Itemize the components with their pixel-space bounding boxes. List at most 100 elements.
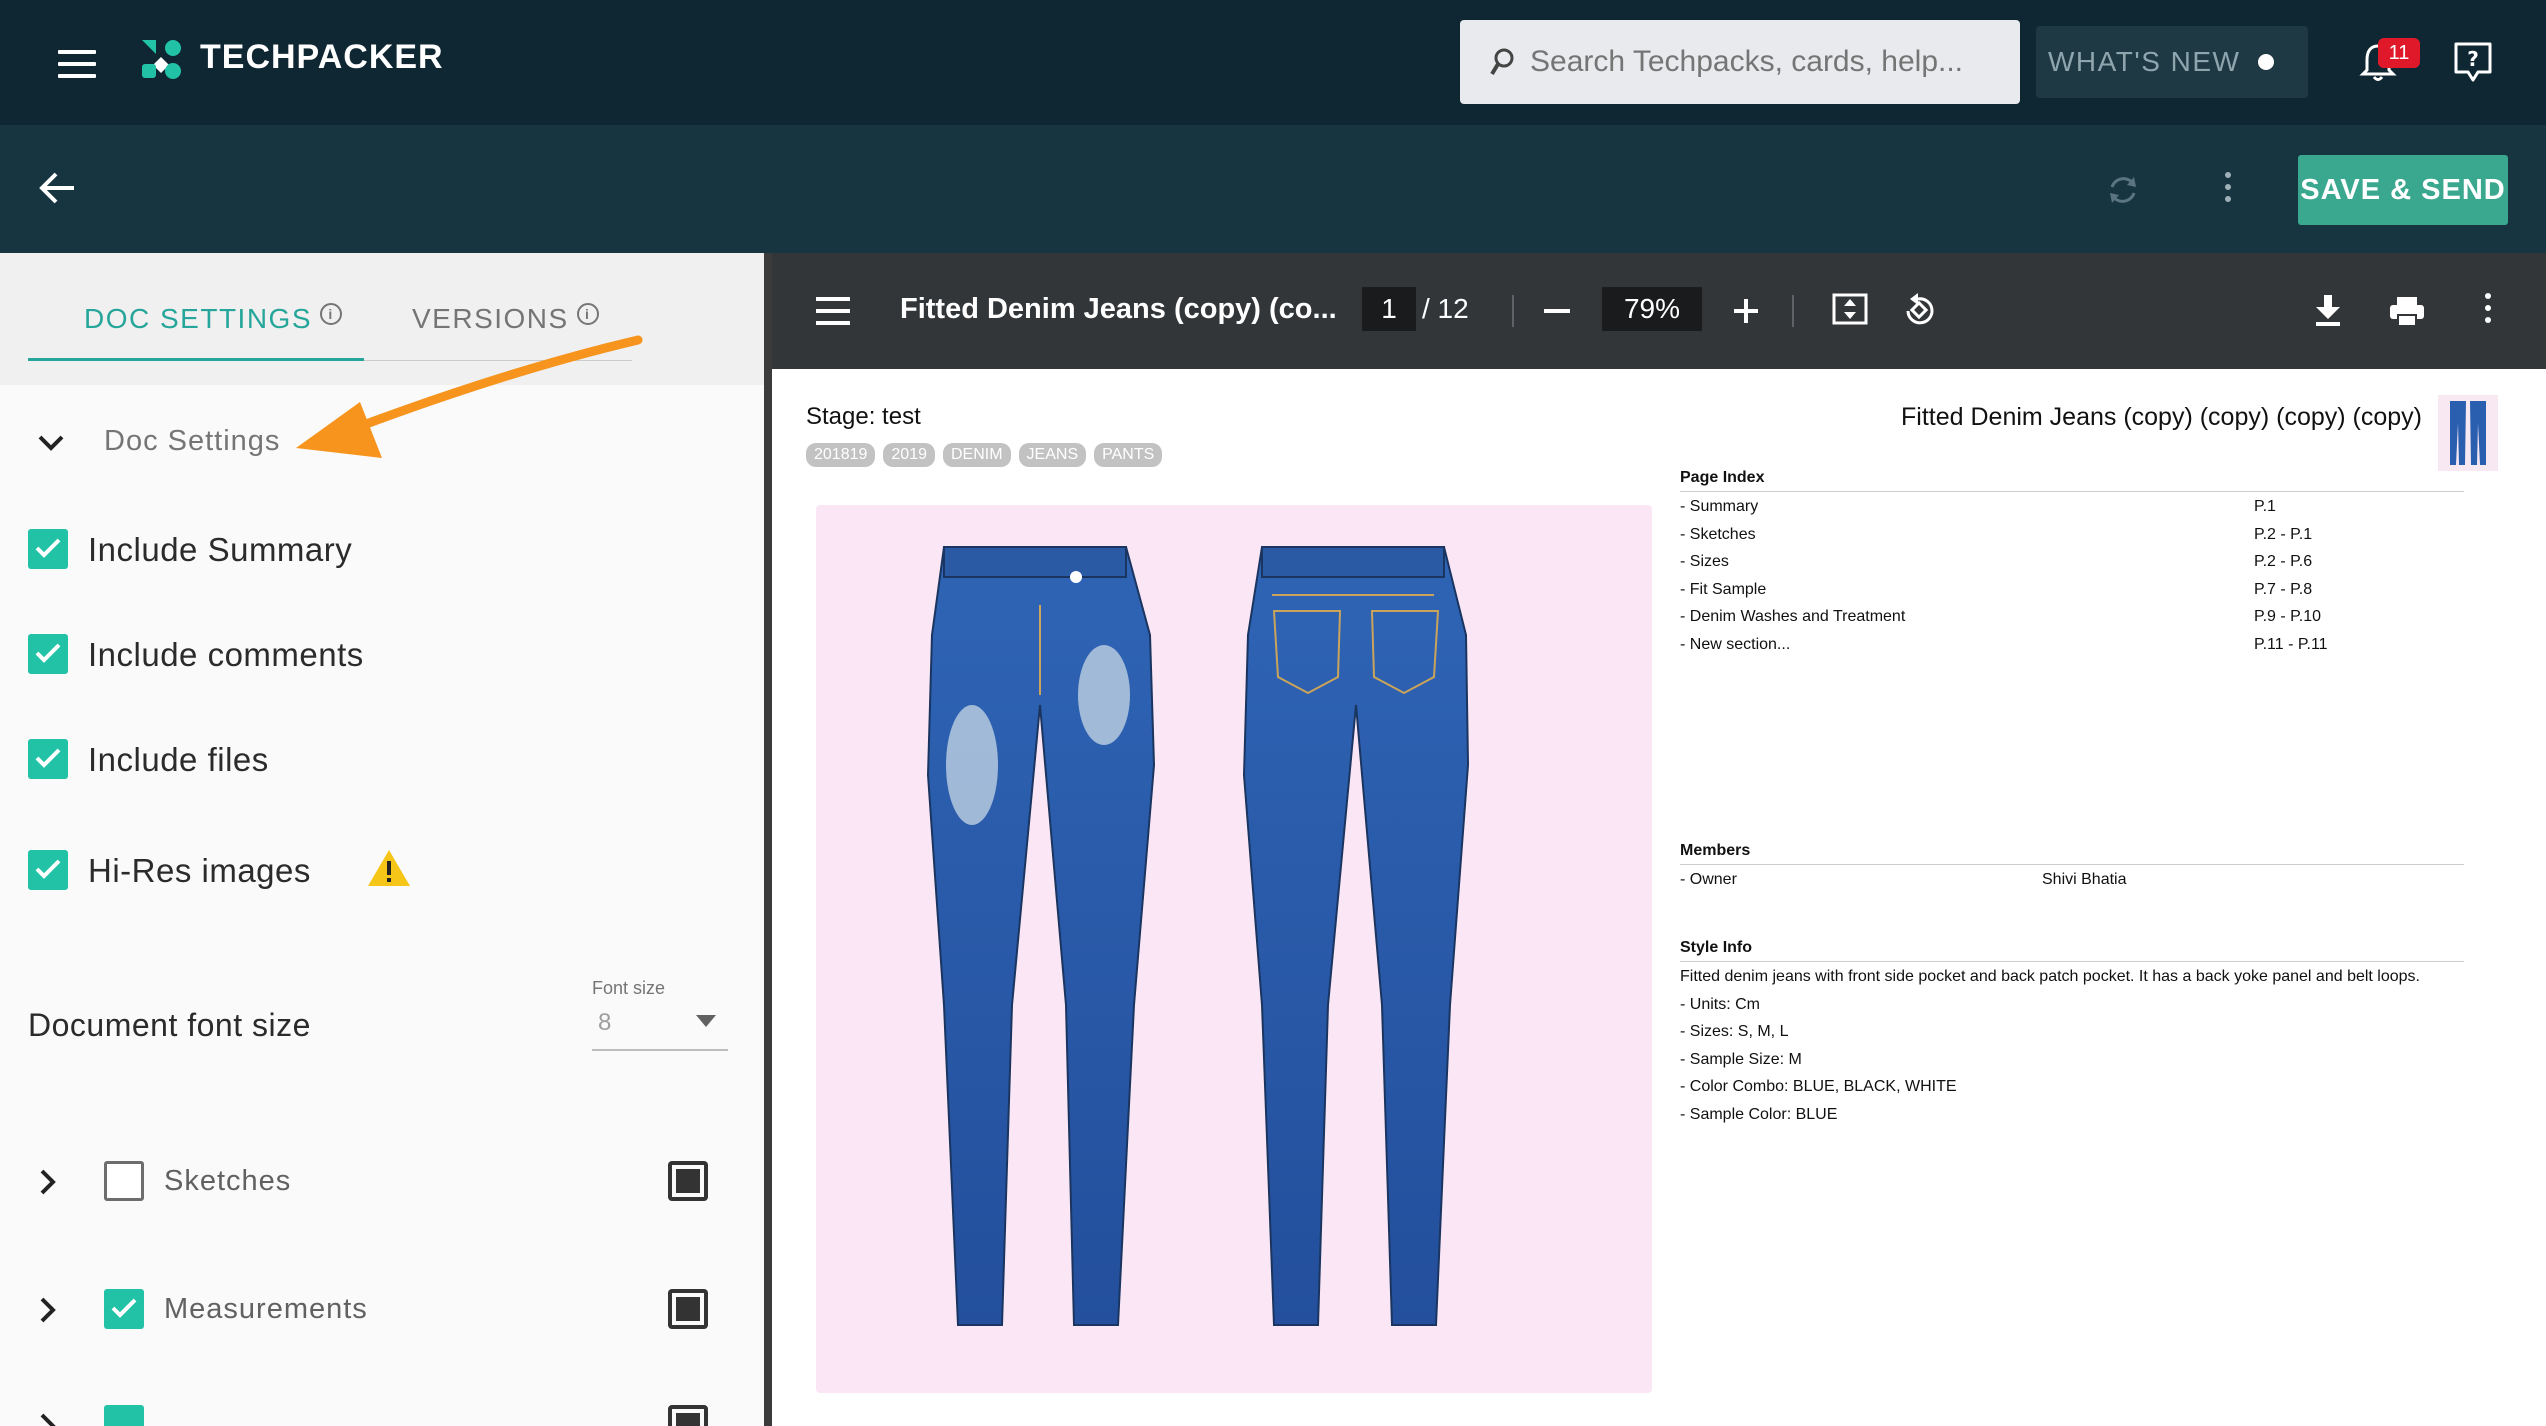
- style-info-line: - Color Combo: BLUE, BLACK, WHITE: [1680, 1078, 1957, 1095]
- zoom-level-input[interactable]: [1602, 287, 1702, 331]
- checkbox-checked[interactable]: [28, 529, 68, 569]
- svg-text:?: ?: [2467, 47, 2479, 71]
- search-icon: [1490, 48, 1514, 76]
- tag: 2019: [883, 443, 935, 467]
- help-chat-icon[interactable]: ?: [2452, 40, 2494, 84]
- more-options-icon[interactable]: [2218, 172, 2238, 208]
- sync-icon[interactable]: [2106, 173, 2140, 207]
- font-size-select[interactable]: 8: [592, 1003, 728, 1051]
- search-box[interactable]: [1460, 20, 2020, 104]
- index-page-range: P.1: [2254, 498, 2276, 515]
- zoom-in-icon[interactable]: [1732, 297, 1760, 325]
- editor-toolbar: [0, 125, 2546, 253]
- page-index-row: - Sketches P.2 - P.1: [1680, 526, 2464, 554]
- chevron-down-icon: [38, 435, 64, 451]
- index-section-name: - New section...: [1680, 635, 1791, 653]
- annotation-arrow: [296, 335, 643, 458]
- section-title: Doc Settings: [104, 425, 281, 457]
- index-section-name: - Sketches: [1680, 525, 1756, 543]
- whats-new-button[interactable]: WHAT'S NEW: [2036, 26, 2308, 98]
- warning-icon[interactable]: [366, 848, 412, 888]
- print-icon[interactable]: [2388, 295, 2426, 327]
- style-info-section: Style Info Fitted denim jeans with front…: [1680, 939, 2464, 1133]
- jeans-sketch-image: [926, 546, 1470, 1326]
- page-index-row: - Fit Sample P.7 - P.8: [1680, 581, 2464, 609]
- index-page-range: P.2 - P.6: [2254, 553, 2313, 570]
- option-label: Include Summary: [88, 531, 353, 568]
- checkbox-unchecked[interactable]: [104, 1161, 144, 1201]
- rotate-icon[interactable]: [1900, 291, 1938, 329]
- toolbar-separator: [1792, 295, 1794, 327]
- style-info-line: - Sample Size: M: [1680, 1050, 1802, 1068]
- checkbox-checked[interactable]: [104, 1405, 144, 1426]
- style-info-line: - Sample Color: BLUE: [1680, 1105, 1838, 1123]
- jeans-thumbnail: [2438, 395, 2498, 471]
- style-info-line: Fitted denim jeans with front side pocke…: [1680, 968, 2420, 985]
- page-index-row: - Sizes P.2 - P.6: [1680, 553, 2464, 581]
- tag: 201819: [806, 443, 876, 467]
- whats-new-dot: [2258, 54, 2274, 70]
- checkbox-checked[interactable]: [104, 1289, 144, 1329]
- notification-badge: 11: [2378, 38, 2420, 68]
- search-input[interactable]: [1530, 42, 2000, 82]
- split-layout-icon[interactable]: [668, 1289, 708, 1329]
- sketch-image: [816, 505, 1652, 1393]
- whats-new-label: WHAT'S NEW: [2048, 46, 2241, 77]
- chevron-right-icon[interactable]: [38, 1411, 58, 1426]
- info-icon[interactable]: i: [320, 303, 343, 325]
- checkbox-checked[interactable]: [28, 850, 68, 890]
- style-info-heading: Style Info: [1680, 939, 2464, 962]
- page-index-heading: Page Index: [1680, 469, 2464, 492]
- checkbox-checked[interactable]: [28, 634, 68, 674]
- tag: PANTS: [1094, 443, 1163, 467]
- index-page-range: P.9 - P.10: [2254, 608, 2322, 625]
- index-page-range: P.2 - P.1: [2254, 525, 2313, 543]
- member-name: Shivi Bhatia: [2042, 871, 2127, 888]
- hamburger-menu-icon[interactable]: [58, 44, 102, 80]
- tab-doc-settings-label: DOC SETTINGS: [84, 303, 313, 334]
- index-section-name: - Sizes: [1680, 553, 1729, 570]
- checkbox-checked[interactable]: [28, 739, 68, 779]
- stage-label: Stage: test: [806, 403, 921, 430]
- tag: JEANS: [1018, 443, 1087, 467]
- index-section-name: - Fit Sample: [1680, 580, 1767, 598]
- tag: DENIM: [942, 443, 1011, 467]
- techpacker-logo: [142, 40, 181, 79]
- chevron-right-icon[interactable]: [38, 1167, 58, 1197]
- index-page-range: P.7 - P.8: [2254, 580, 2313, 598]
- page-index-row: - Denim Washes and Treatment P.9 - P.10: [1680, 608, 2464, 636]
- download-icon[interactable]: [2312, 293, 2344, 327]
- member-role: - Owner: [1680, 871, 1737, 888]
- split-layout-icon[interactable]: [668, 1405, 708, 1426]
- full-layout-icon[interactable]: [668, 1161, 708, 1201]
- save-and-send-button[interactable]: SAVE & SEND: [2298, 155, 2508, 225]
- pdf-document-title: Fitted Denim Jeans (copy) (co...: [900, 293, 1337, 325]
- section-label: Measurements: [164, 1293, 368, 1325]
- style-info-line: - Sizes: S, M, L: [1680, 1023, 1789, 1040]
- style-info-line: - Units: Cm: [1680, 995, 1760, 1013]
- page-index-row: - Summary P.1: [1680, 498, 2464, 526]
- page-index-row: - New section... P.11 - P.11: [1680, 636, 2464, 664]
- option-label: Include files: [88, 741, 269, 778]
- members-section: Members - Owner Shivi Bhatia: [1680, 842, 2464, 899]
- page-number-input[interactable]: [1362, 287, 1416, 331]
- member-row: - Owner Shivi Bhatia: [1680, 871, 2464, 899]
- pdf-more-options-icon[interactable]: [2478, 293, 2498, 329]
- info-icon[interactable]: i: [576, 303, 599, 325]
- page-total: / 12: [1422, 293, 1469, 324]
- pdf-menu-icon[interactable]: [816, 297, 852, 327]
- dropdown-arrow-icon: [696, 1015, 716, 1027]
- pdf-page-area[interactable]: Stage: test 201819 2019 DENIM JEANS PANT…: [772, 369, 2546, 1426]
- chevron-right-icon[interactable]: [38, 1295, 58, 1325]
- toolbar-separator: [1512, 295, 1514, 327]
- brand-name: TECHPACKER: [200, 38, 444, 76]
- pdf-page-title: Fitted Denim Jeans (copy) (copy) (copy) …: [1901, 403, 2422, 431]
- index-section-name: - Summary: [1680, 498, 1759, 515]
- panel-divider[interactable]: [764, 253, 772, 1426]
- fit-page-icon[interactable]: [1832, 293, 1868, 325]
- back-arrow-icon[interactable]: [38, 168, 78, 208]
- zoom-out-icon[interactable]: [1544, 309, 1570, 313]
- option-label: Include comments: [88, 636, 364, 673]
- pdf-toolbar: Fitted Denim Jeans (copy) (co... / 12: [772, 253, 2546, 369]
- page-index-section: Page Index - Summary P.1 - Sketches P.2 - …: [1680, 469, 2464, 663]
